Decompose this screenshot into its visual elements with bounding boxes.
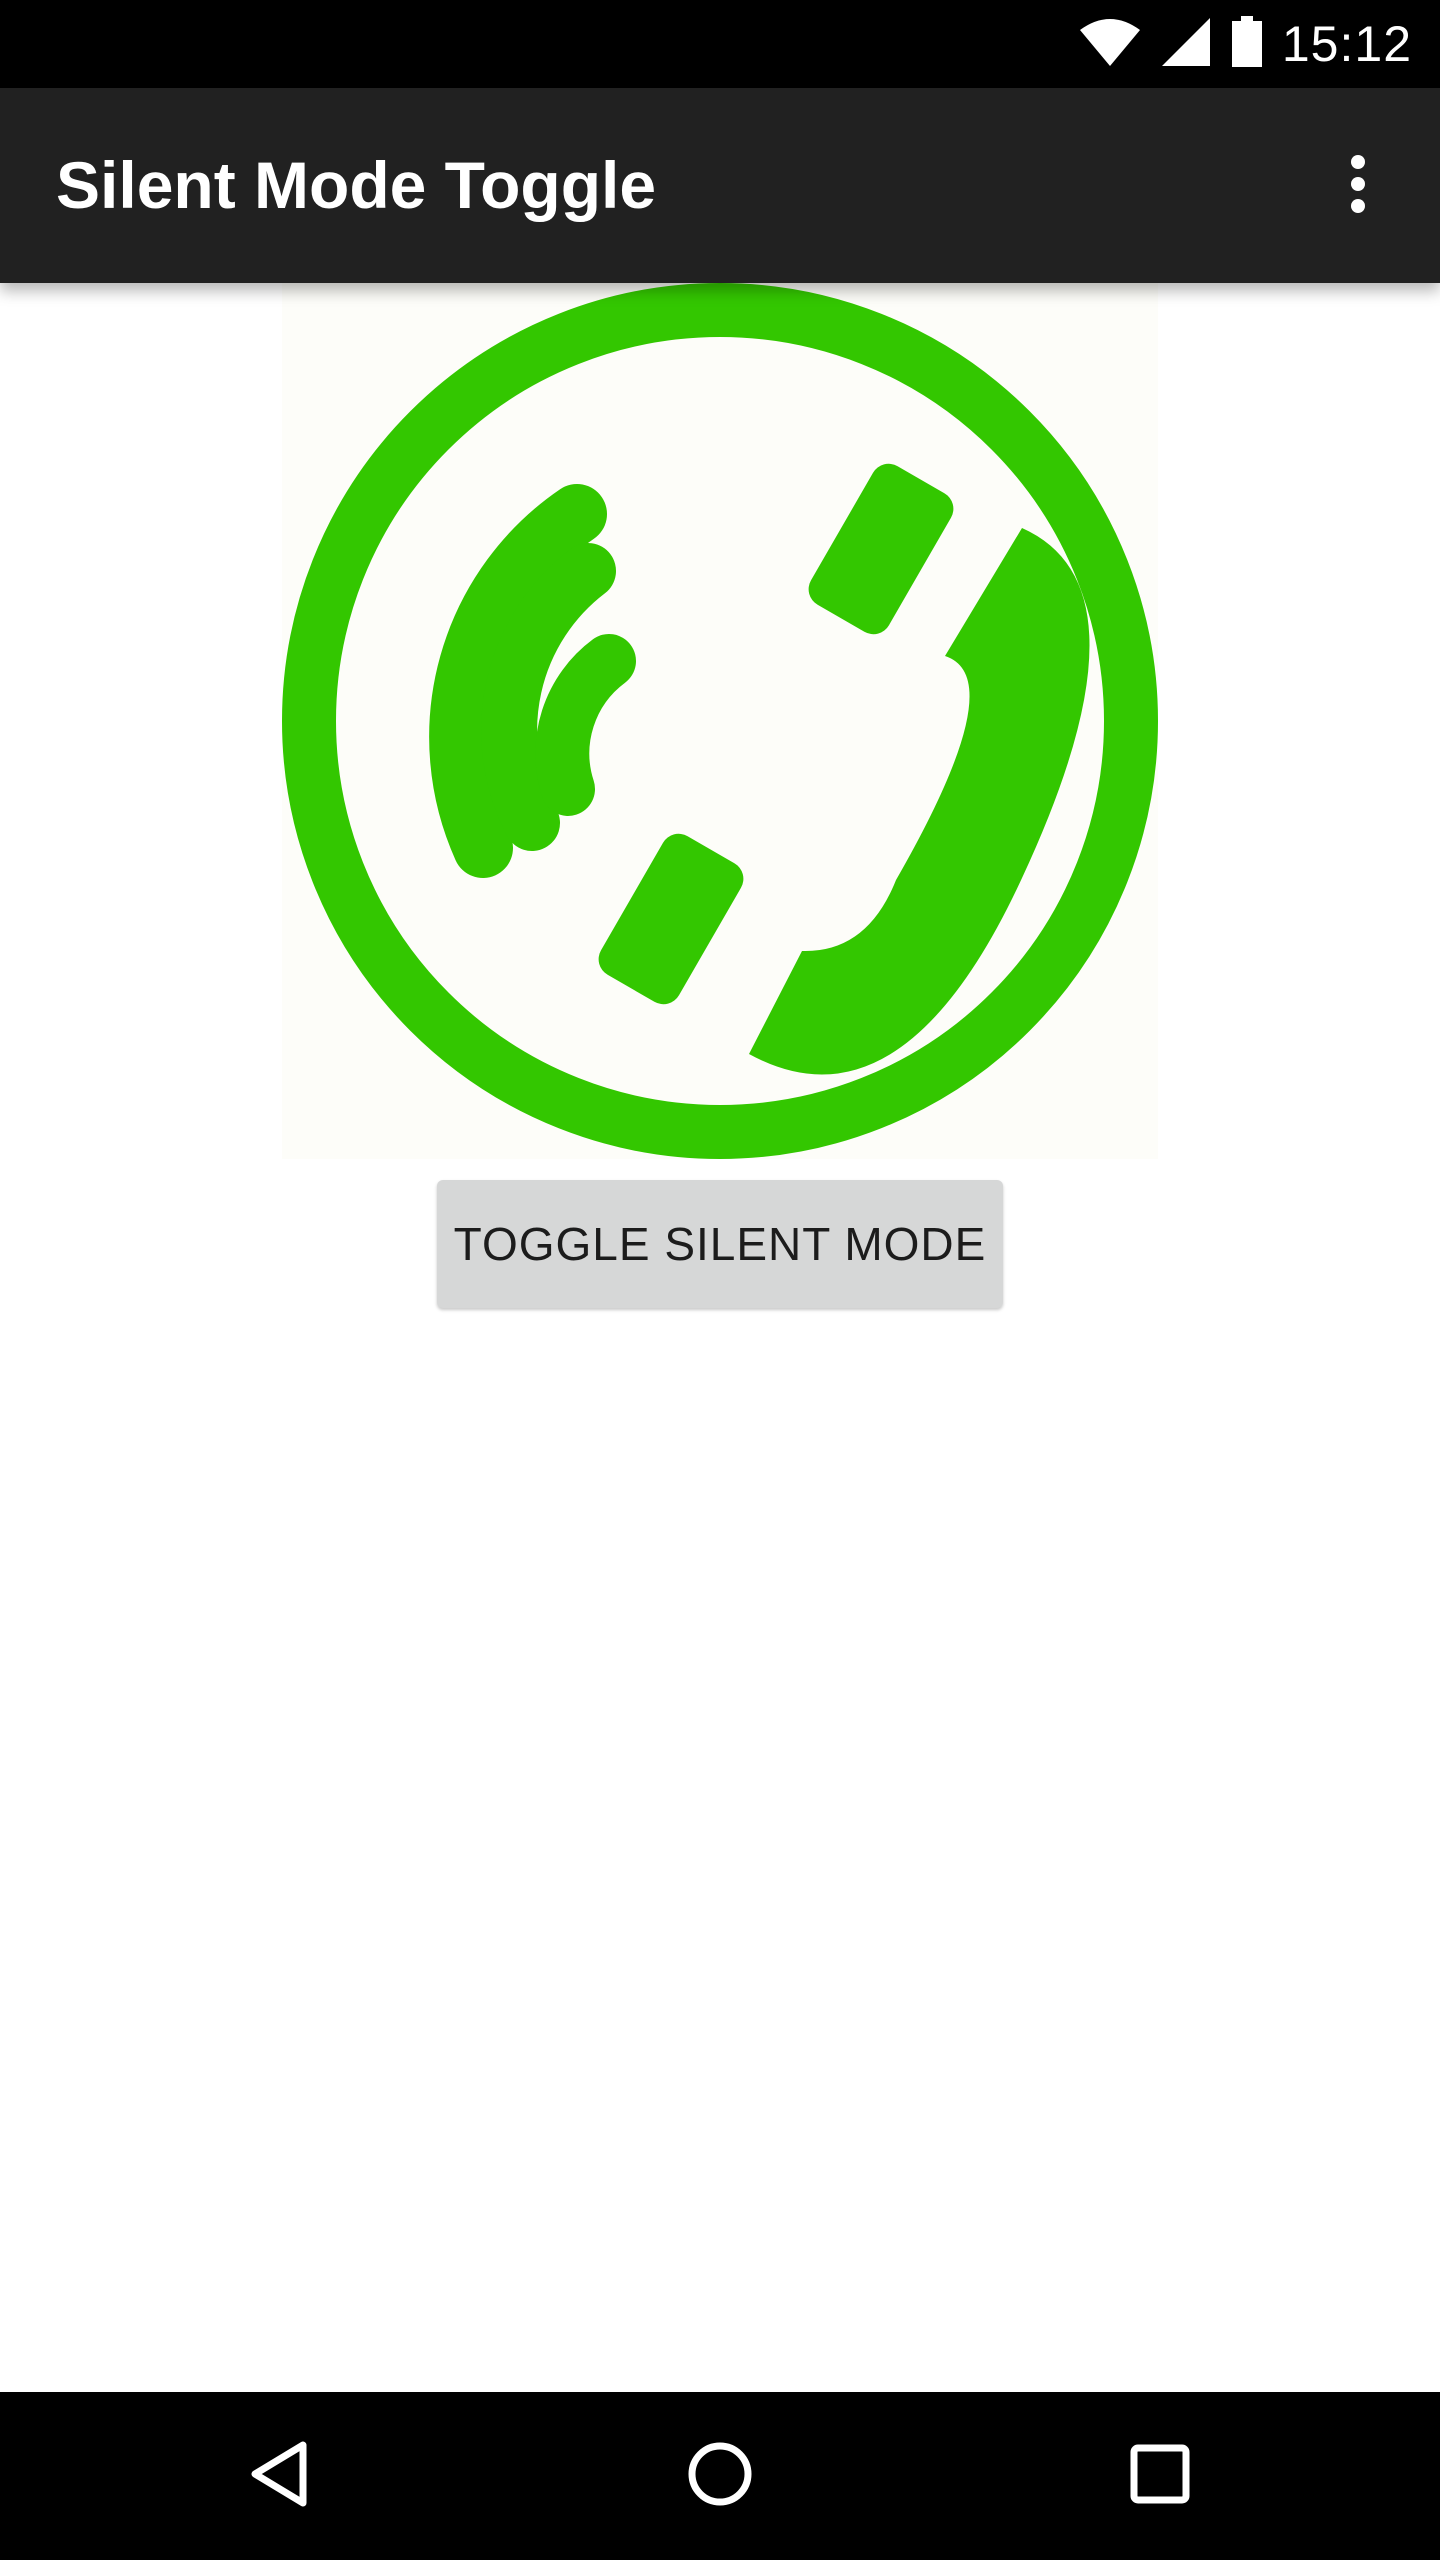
phone-ringing-icon — [282, 283, 1158, 1159]
overflow-menu-button[interactable] — [1308, 136, 1408, 236]
app-bar: Silent Mode Toggle — [0, 88, 1440, 283]
status-time: 15:12 — [1281, 16, 1412, 72]
screen: 15:12 Silent Mode Toggle TOGGLE SILENT M… — [0, 0, 1440, 2560]
cell-signal-icon — [1160, 16, 1212, 73]
toggle-silent-mode-button[interactable]: TOGGLE SILENT MODE — [437, 1180, 1003, 1308]
app-title: Silent Mode Toggle — [56, 148, 657, 222]
home-button[interactable] — [670, 2426, 770, 2526]
back-icon — [245, 2439, 315, 2514]
back-button[interactable] — [230, 2426, 330, 2526]
wifi-icon — [1078, 16, 1142, 73]
phone-image — [282, 283, 1158, 1159]
status-bar: 15:12 — [0, 0, 1440, 88]
status-icons: 15:12 — [1078, 0, 1412, 88]
nav-bar — [0, 2392, 1440, 2560]
home-icon — [685, 2439, 755, 2514]
recents-icon — [1125, 2439, 1195, 2514]
more-vert-icon — [1348, 154, 1368, 219]
recents-button[interactable] — [1110, 2426, 1210, 2526]
battery-icon — [1230, 15, 1264, 73]
